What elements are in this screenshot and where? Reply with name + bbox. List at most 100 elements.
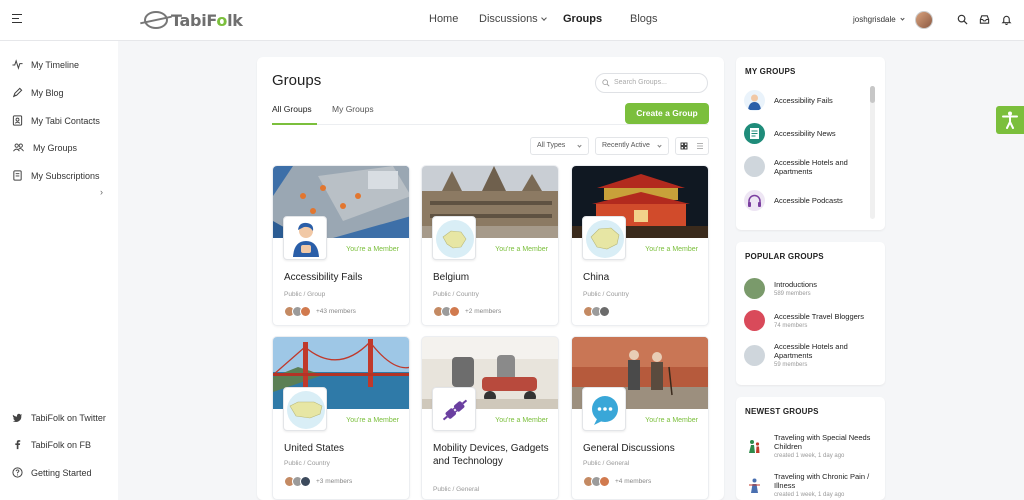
group-avatar	[744, 474, 765, 496]
group-name[interactable]: China	[583, 271, 703, 284]
sidebar-item-timeline[interactable]: My Timeline	[12, 59, 79, 70]
membership-status: You're a Member	[495, 246, 548, 253]
membership-status: You're a Member	[346, 246, 399, 253]
sidebar-item-groups[interactable]: My Groups	[12, 142, 77, 153]
group-avatar	[744, 156, 765, 177]
member-count: 589 members	[774, 291, 811, 297]
group-name[interactable]: Mobility Devices, Gadgets and Technology	[433, 442, 553, 468]
tab-all-groups[interactable]: All Groups	[272, 104, 312, 114]
group-card[interactable]: You're a Member General Discussions Publ…	[571, 336, 709, 500]
create-group-button[interactable]: Create a Group	[625, 103, 709, 124]
pen-icon	[13, 87, 23, 98]
group-link[interactable]: Accessibility News	[774, 129, 836, 138]
tab-my-groups[interactable]: My Groups	[332, 104, 374, 114]
inbox-icon[interactable]	[979, 14, 990, 25]
group-avatar	[744, 123, 765, 144]
member-count: +43 members	[316, 308, 356, 315]
sidebar-item-label: Getting Started	[31, 467, 92, 478]
avatar[interactable]	[915, 11, 933, 29]
scrollbar-thumb[interactable]	[870, 86, 875, 103]
search-placeholder: Search Groups...	[614, 79, 667, 86]
map-icon	[586, 220, 624, 258]
view-toggle	[675, 137, 709, 155]
group-card[interactable]: You're a Member Mobility Devices, Gadget…	[421, 336, 559, 500]
user-menu[interactable]: joshgrisdale	[853, 15, 905, 24]
contacts-icon	[12, 115, 23, 126]
group-name[interactable]: General Discussions	[583, 442, 703, 455]
chevron-down-icon	[540, 15, 547, 21]
group-link[interactable]: Traveling with Special Needs Children	[774, 433, 874, 451]
sidebar-link-twitter[interactable]: TabiFolk on Twitter	[12, 412, 106, 423]
sidebar-link-getting-started[interactable]: Getting Started	[12, 467, 92, 478]
map-icon	[287, 391, 325, 429]
my-groups-scrollbar[interactable]	[870, 86, 875, 219]
group-avatar	[744, 344, 765, 366]
group-name[interactable]: Belgium	[433, 271, 553, 284]
group-link[interactable]: Accessible Hotels and Apartments	[774, 342, 869, 360]
sidebar-item-blog[interactable]: My Blog	[12, 87, 64, 98]
news-icon	[750, 128, 759, 139]
group-meta: Public / General	[583, 460, 630, 467]
sidebar-item-contacts[interactable]: My Tabi Contacts	[12, 115, 100, 126]
nav-groups[interactable]: Groups	[563, 13, 602, 25]
group-card[interactable]: You're a Member Accessibility Fails Publ…	[272, 165, 410, 326]
order-filter-select[interactable]: Recently Active	[595, 137, 669, 155]
group-link[interactable]: Traveling with Chronic Pain / Illness	[774, 472, 879, 490]
member-avatars: +4 members	[583, 476, 651, 487]
group-link[interactable]: Accessibility Fails	[774, 96, 833, 105]
list-view-icon[interactable]	[692, 138, 708, 154]
person-icon	[293, 222, 319, 257]
nav-blogs[interactable]: Blogs	[630, 13, 658, 25]
group-link[interactable]: Accessible Travel Bloggers	[774, 312, 864, 321]
nav-discussions[interactable]: Discussions	[479, 13, 547, 25]
list-item[interactable]: Accessible Hotels and Apartments 59 membe…	[744, 342, 869, 368]
membership-status: You're a Member	[645, 417, 698, 424]
grid-view-icon[interactable]	[676, 138, 692, 154]
member-count: 74 members	[774, 323, 808, 329]
chevron-right-icon[interactable]: ›	[100, 187, 103, 197]
group-meta: Public / General	[433, 486, 480, 493]
widget-title: NEWEST GROUPS	[745, 407, 819, 416]
widget-title: MY GROUPS	[745, 67, 796, 76]
group-link[interactable]: Introductions	[774, 280, 817, 289]
group-card[interactable]: You're a Member Belgium Public / Country…	[421, 165, 559, 326]
menu-icon[interactable]	[12, 14, 22, 24]
group-name[interactable]: United States	[284, 442, 404, 455]
sidebar-item-label: TabiFolk on Twitter	[31, 412, 106, 423]
list-item[interactable]: Accessible Hotels and Apartments	[744, 156, 864, 177]
list-item[interactable]: Introductions 589 members	[744, 278, 817, 299]
avatar	[599, 476, 610, 487]
member-count: +4 members	[615, 478, 652, 485]
group-name[interactable]: Accessibility Fails	[284, 271, 404, 284]
list-item[interactable]: Traveling with Special Needs Children cre…	[744, 433, 874, 459]
member-count: +2 members	[465, 308, 502, 315]
sidebar-item-label: TabiFolk on FB	[31, 439, 92, 450]
active-tab-indicator	[272, 123, 317, 125]
group-avatar	[432, 387, 476, 431]
search-input[interactable]: Search Groups...	[595, 73, 708, 93]
search-icon[interactable]	[957, 14, 968, 25]
list-item[interactable]: Accessible Travel Bloggers 74 members	[744, 310, 864, 331]
page-title: Groups	[272, 72, 322, 89]
sidebar-link-facebook[interactable]: TabiFolk on FB	[12, 439, 91, 450]
list-item[interactable]: Accessibility Fails	[744, 90, 833, 111]
sidebar-item-subscriptions[interactable]: My Subscriptions	[12, 170, 100, 181]
group-link[interactable]: Accessible Podcasts	[774, 196, 843, 205]
list-item[interactable]: Accessibility News	[744, 123, 836, 144]
sidebar-item-label: My Tabi Contacts	[31, 115, 100, 126]
created-date: created 1 week, 1 day ago	[774, 453, 845, 459]
logo-mark-icon	[144, 11, 168, 29]
type-filter-select[interactable]: All Types	[530, 137, 589, 155]
newest-groups-widget: NEWEST GROUPS Traveling with Special Nee…	[736, 397, 885, 500]
nav-home[interactable]: Home	[429, 13, 458, 25]
logo[interactable]: TabiFolk	[144, 9, 243, 31]
help-icon	[12, 467, 23, 478]
group-card[interactable]: You're a Member China Public / Country	[571, 165, 709, 326]
group-avatar	[283, 216, 327, 260]
list-item[interactable]: Accessible Podcasts	[744, 190, 843, 211]
bell-icon[interactable]	[1001, 14, 1012, 25]
list-item[interactable]: Traveling with Chronic Pain / Illness cre…	[744, 472, 879, 498]
group-card[interactable]: You're a Member United States Public / C…	[272, 336, 410, 500]
group-link[interactable]: Accessible Hotels and Apartments	[774, 158, 864, 176]
accessibility-button[interactable]	[996, 106, 1024, 134]
